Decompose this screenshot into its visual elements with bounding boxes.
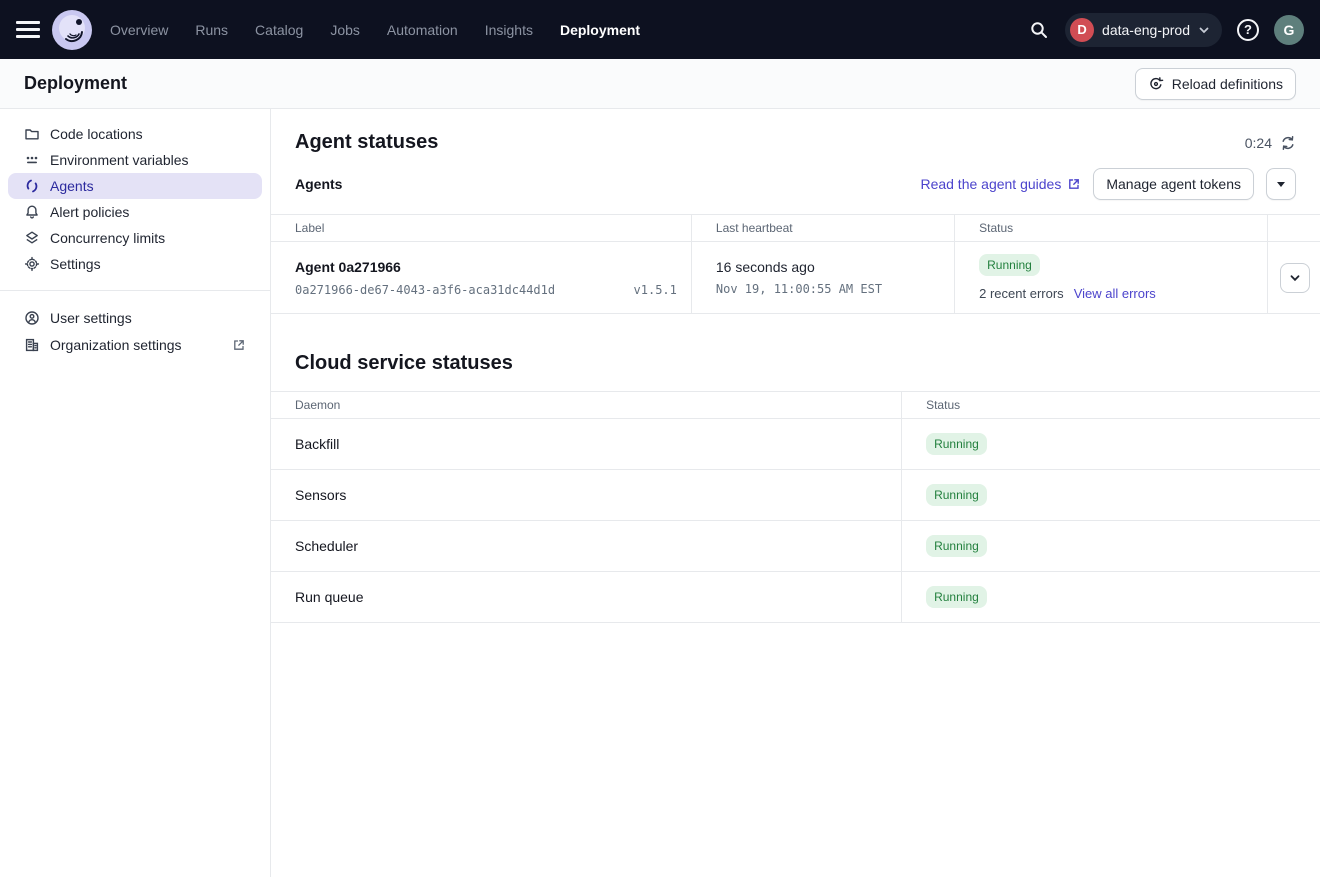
daemon-name: Backfill [271, 419, 902, 470]
table-row: Scheduler Running [271, 521, 1320, 572]
page-header: Deployment Reload definitions [0, 59, 1320, 109]
cloud-service-statuses-title: Cloud service statuses [295, 352, 1296, 375]
sidebar-divider [0, 290, 270, 291]
nav-jobs[interactable]: Jobs [330, 22, 360, 38]
external-link-icon [1067, 177, 1081, 191]
daemon-name: Scheduler [271, 521, 902, 572]
sidebar-item-agents[interactable]: Agents [8, 173, 262, 199]
workspace-switcher[interactable]: D data-eng-prod [1065, 13, 1222, 47]
top-navbar: Overview Runs Catalog Jobs Automation In… [0, 0, 1320, 59]
menu-icon[interactable] [16, 16, 44, 44]
sidebar-item-user-settings[interactable]: User settings [0, 304, 270, 331]
refresh-icon[interactable] [1280, 135, 1296, 151]
sidebar-item-organization-settings[interactable]: Organization settings [0, 331, 270, 358]
sidebar-item-environment-variables[interactable]: Environment variables [0, 147, 270, 173]
table-row: Sensors Running [271, 470, 1320, 521]
table-row: Backfill Running [271, 419, 1320, 470]
caret-down-icon [1277, 182, 1285, 187]
sidebar-item-settings[interactable]: Settings [0, 251, 270, 277]
col-header-status: Status [955, 215, 1268, 242]
status-badge: Running [926, 586, 987, 608]
expand-agent-row-button[interactable] [1280, 263, 1310, 293]
agent-label: Agent 0a271966 [295, 259, 691, 275]
reload-definitions-button[interactable]: Reload definitions [1135, 68, 1296, 100]
col-header-label: Label [271, 215, 691, 242]
deployment-sidebar: Code locations Environment variables Age… [0, 109, 271, 877]
daemon-name: Run queue [271, 572, 902, 623]
building-icon [24, 337, 40, 353]
agent-guides-link[interactable]: Read the agent guides [920, 176, 1081, 192]
agent-version: v1.5.1 [634, 283, 677, 297]
status-badge: Running [926, 535, 987, 557]
folder-icon [24, 126, 40, 142]
nav-catalog[interactable]: Catalog [255, 22, 303, 38]
agents-section-label: Agents [295, 176, 342, 192]
heartbeat-timestamp: Nov 19, 11:00:55 AM EST [716, 282, 954, 296]
col-header-last-heartbeat: Last heartbeat [691, 215, 954, 242]
help-icon[interactable]: ? [1232, 14, 1264, 46]
col-header-status: Status [902, 392, 1320, 419]
col-header-daemon: Daemon [271, 392, 902, 419]
search-icon[interactable] [1023, 14, 1055, 46]
primary-nav: Overview Runs Catalog Jobs Automation In… [110, 22, 640, 38]
status-badge: Running [979, 254, 1040, 276]
refresh-countdown: 0:24 [1245, 135, 1296, 151]
status-badge: Running [926, 433, 987, 455]
manage-agent-tokens-button[interactable]: Manage agent tokens [1093, 168, 1254, 200]
cloud-service-table: Daemon Status Backfill Running Sensors R… [271, 391, 1320, 623]
nav-runs[interactable]: Runs [195, 22, 228, 38]
sidebar-item-code-locations[interactable]: Code locations [0, 121, 270, 147]
agents-more-actions-button[interactable] [1266, 168, 1296, 200]
heartbeat-relative: 16 seconds ago [716, 259, 954, 275]
variables-icon [24, 152, 40, 168]
nav-overview[interactable]: Overview [110, 22, 168, 38]
page-title: Deployment [24, 73, 127, 94]
external-link-icon [232, 338, 246, 352]
agent-id: 0a271966-de67-4043-a3f6-aca31dc44d1d [295, 283, 555, 297]
agents-table: Label Last heartbeat Status Agent 0a2719… [271, 214, 1320, 314]
view-all-errors-link[interactable]: View all errors [1074, 286, 1156, 301]
nav-automation[interactable]: Automation [387, 22, 458, 38]
sidebar-item-concurrency-limits[interactable]: Concurrency limits [0, 225, 270, 251]
chevron-down-icon [1198, 24, 1210, 36]
agent-row: Agent 0a271966 0a271966-de67-4043-a3f6-a… [271, 242, 1320, 314]
agent-icon [24, 178, 40, 194]
errors-summary: 2 recent errors [979, 286, 1064, 301]
agent-statuses-title: Agent statuses [295, 131, 438, 154]
table-row: Run queue Running [271, 572, 1320, 623]
layers-icon [24, 230, 40, 246]
avatar[interactable]: G [1274, 15, 1304, 45]
chevron-down-icon [1288, 271, 1302, 285]
main-content: Agent statuses 0:24 Agents Read the agen… [271, 109, 1320, 877]
daemon-name: Sensors [271, 470, 902, 521]
status-badge: Running [926, 484, 987, 506]
workspace-name: data-eng-prod [1102, 22, 1190, 38]
sidebar-item-alert-policies[interactable]: Alert policies [0, 199, 270, 225]
user-icon [24, 310, 40, 326]
workspace-badge: D [1070, 18, 1094, 42]
nav-insights[interactable]: Insights [485, 22, 533, 38]
bell-icon [24, 204, 40, 220]
gear-icon [24, 256, 40, 272]
nav-deployment[interactable]: Deployment [560, 22, 640, 38]
reload-icon [1148, 76, 1164, 92]
dagster-logo-icon[interactable] [52, 10, 92, 50]
